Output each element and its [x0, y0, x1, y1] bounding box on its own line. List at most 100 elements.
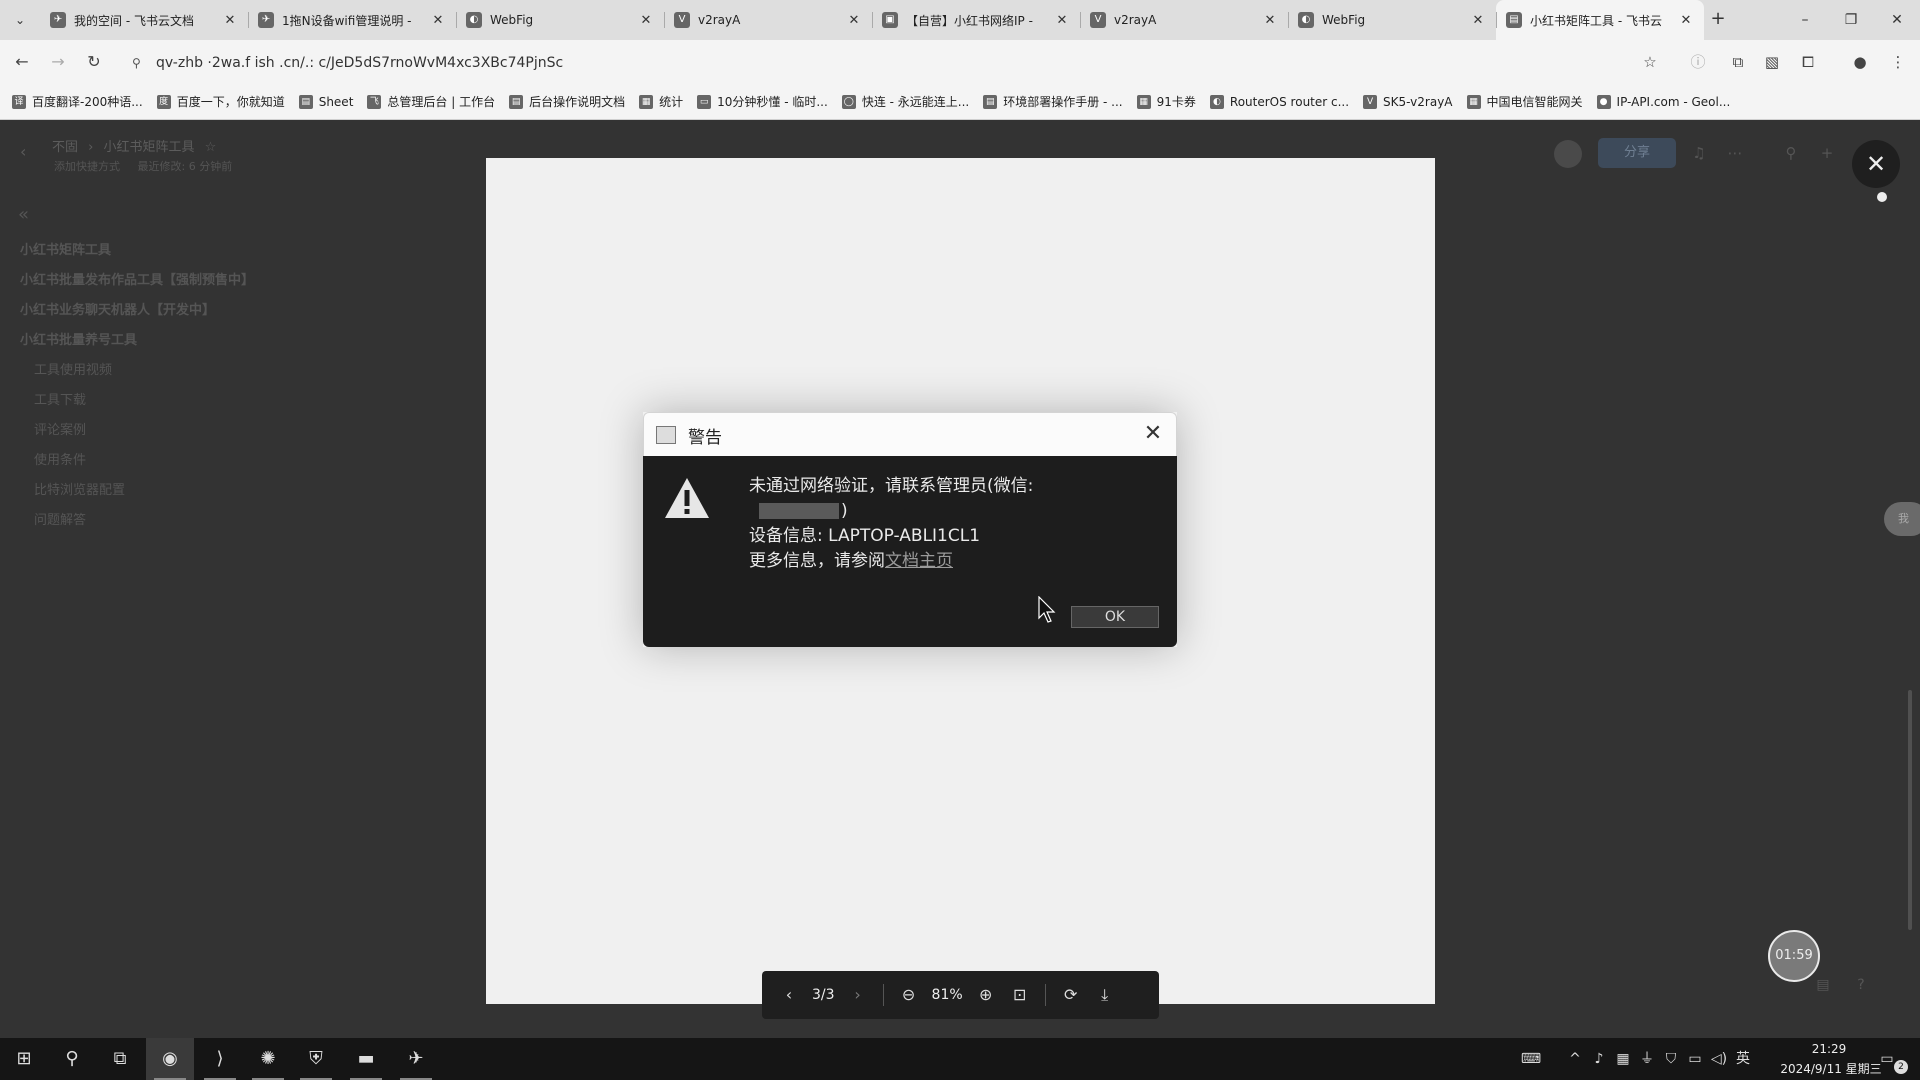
translate-icon[interactable]: ⓘ: [1686, 50, 1710, 74]
new-tab-plus-icon[interactable]: +: [1706, 8, 1730, 32]
bookmark-star-icon[interactable]: ☆: [1638, 50, 1662, 74]
sidebar-item[interactable]: 问题解答: [20, 506, 290, 536]
vscode-icon[interactable]: ⟩: [196, 1038, 244, 1080]
browser-tab[interactable]: ◐ WebFig ✕: [1288, 0, 1496, 40]
more-menu-icon[interactable]: ⋮: [1886, 50, 1910, 74]
bookmark-item[interactable]: ▤ Sheet: [298, 94, 353, 109]
tab-search-chevron-icon[interactable]: ⌄: [8, 8, 32, 32]
forward-arrow-icon[interactable]: →: [46, 50, 70, 74]
microphone-icon[interactable]: ♪: [1588, 1048, 1610, 1070]
viewer-close-button[interactable]: ✕: [1852, 140, 1900, 188]
breadcrumb-item[interactable]: 不固: [52, 140, 78, 155]
bookmark-item[interactable]: ◐ RouterOS router c...: [1209, 94, 1349, 109]
window-restore-button[interactable]: ❐: [1836, 8, 1866, 32]
floating-assistant-button[interactable]: 我: [1884, 502, 1920, 536]
add-shortcut-link[interactable]: 添加快捷方式: [54, 160, 120, 173]
sidebar-item[interactable]: 评论案例: [20, 416, 290, 446]
sidebar-item[interactable]: 小红书矩阵工具: [20, 236, 290, 266]
dialog-close-icon[interactable]: ✕: [1138, 419, 1168, 449]
more-icon[interactable]: ⋯: [1724, 142, 1746, 164]
bookmark-item[interactable]: ▭ 10分钟秒懂 - 临时...: [697, 93, 828, 110]
start-windows-icon[interactable]: ⊞: [0, 1038, 48, 1080]
collapse-sidebar-icon[interactable]: «: [18, 204, 29, 225]
tray-app-icon[interactable]: ▦: [1612, 1048, 1634, 1070]
tab-close-icon[interactable]: ✕: [430, 13, 446, 28]
bell-icon[interactable]: ♫: [1688, 142, 1710, 164]
tab-close-icon[interactable]: ✕: [638, 13, 654, 28]
task-view-icon[interactable]: ⧉: [96, 1038, 144, 1080]
tab-close-icon[interactable]: ✕: [846, 13, 862, 28]
reload-icon[interactable]: ↻: [82, 50, 106, 74]
sidebar-item[interactable]: 小红书批量发布作品工具【强制预售中】: [20, 266, 290, 296]
back-chevron-icon[interactable]: ‹: [20, 142, 26, 161]
download-icon[interactable]: ⤓: [1088, 980, 1122, 1010]
ok-button[interactable]: OK: [1071, 606, 1159, 628]
browser-tab[interactable]: V v2rayA ✕: [664, 0, 872, 40]
security-shield-icon[interactable]: ⛉: [1660, 1048, 1682, 1070]
site-info-icon[interactable]: ⚲: [132, 55, 148, 71]
extension-icon[interactable]: ⧉: [1726, 50, 1750, 74]
chrome-icon[interactable]: ◉: [146, 1038, 194, 1080]
doc-homepage-link[interactable]: 文档主页: [885, 551, 953, 571]
tab-close-icon[interactable]: ✕: [1470, 13, 1486, 28]
breadcrumb-item[interactable]: 小红书矩阵工具: [104, 140, 195, 155]
prev-page-icon[interactable]: ‹: [772, 980, 806, 1010]
bookmark-item[interactable]: ▤ 后台操作说明文档: [509, 93, 625, 110]
rotate-icon[interactable]: ⟳: [1054, 980, 1088, 1010]
browser-tab[interactable]: ▣ 【自营】小红书网络IP - ✕: [872, 0, 1080, 40]
sidebar-item[interactable]: 比特浏览器配置: [20, 476, 290, 506]
search-icon[interactable]: ⚲: [48, 1038, 96, 1080]
share-button[interactable]: 分享: [1598, 138, 1676, 168]
browser-tab[interactable]: ✈ 我的空间 - 飞书云文档 ✕: [40, 0, 248, 40]
zoom-in-icon[interactable]: ⊕: [969, 980, 1003, 1010]
zoom-out-icon[interactable]: ⊖: [892, 980, 926, 1010]
document-icon[interactable]: ▤: [1812, 974, 1834, 996]
tab-close-icon[interactable]: ✕: [1054, 13, 1070, 28]
volume-icon[interactable]: ◁): [1708, 1048, 1730, 1070]
browser-tab-active[interactable]: ▤ 小红书矩阵工具 - 飞书云 ✕: [1496, 0, 1704, 40]
avatar[interactable]: [1554, 140, 1582, 168]
bookmark-item[interactable]: ▦ 统计: [639, 93, 683, 110]
url-field[interactable]: ⚲ qv-zhb ·2wa.f ish .cn/.: c/JeD5dS7rnoW…: [124, 48, 1644, 78]
network-app-icon[interactable]: ✺: [244, 1038, 292, 1080]
sidebar-item[interactable]: 工具下载: [20, 386, 290, 416]
sidebar-item[interactable]: 使用条件: [20, 446, 290, 476]
tab-close-icon[interactable]: ✕: [1678, 13, 1694, 28]
file-explorer-icon[interactable]: ▬: [342, 1038, 390, 1080]
clock-time[interactable]: 21:29: [1794, 1042, 1864, 1056]
bookmark-item[interactable]: ▤ 环境部署操作手册 - ...: [983, 93, 1123, 110]
sidebar-item[interactable]: 小红书业务聊天机器人【开发中】: [20, 296, 290, 326]
page-scrollbar[interactable]: [1908, 690, 1912, 930]
plus-icon[interactable]: +: [1816, 142, 1838, 164]
browser-tab[interactable]: V v2rayA ✕: [1080, 0, 1288, 40]
browser-tab[interactable]: ◐ WebFig ✕: [456, 0, 664, 40]
tab-close-icon[interactable]: ✕: [222, 13, 238, 28]
window-close-button[interactable]: ✕: [1882, 8, 1912, 32]
sidebar-item[interactable]: 工具使用视频: [20, 356, 290, 386]
network-icon[interactable]: ▭: [1684, 1048, 1706, 1070]
bookmark-item[interactable]: 飞总管理后台 | 工作台: [367, 93, 495, 110]
fit-to-screen-icon[interactable]: ⊡: [1003, 980, 1037, 1010]
window-minimize-button[interactable]: –: [1790, 8, 1820, 32]
usb-icon[interactable]: ⏚: [1636, 1048, 1658, 1070]
screenshot-icon[interactable]: ▧: [1760, 50, 1784, 74]
bookmark-item[interactable]: ● IP-API.com - Geol...: [1596, 94, 1730, 109]
ime-indicator[interactable]: 英: [1732, 1048, 1754, 1070]
tab-close-icon[interactable]: ✕: [1262, 13, 1278, 28]
profile-icon[interactable]: ●: [1848, 50, 1872, 74]
star-icon[interactable]: ☆: [205, 140, 217, 155]
bookmark-item[interactable]: ▦ 91卡券: [1136, 93, 1196, 110]
bookmark-item[interactable]: V SK5-v2rayA: [1363, 94, 1453, 109]
sidebar-item[interactable]: 小红书批量养号工具: [20, 326, 290, 356]
bookmark-item[interactable]: ◯ 快连 - 永远能连上...: [841, 93, 969, 110]
bookmark-item[interactable]: 度百度一下，你就知道: [156, 93, 285, 110]
keyboard-icon[interactable]: ⌨: [1520, 1048, 1542, 1070]
extensions-puzzle-icon[interactable]: ⧠: [1796, 50, 1820, 74]
browser-tab[interactable]: ✈ 1拖N设备wifi管理说明 - ✕: [248, 0, 456, 40]
search-icon[interactable]: ⚲: [1780, 142, 1802, 164]
feishu-icon[interactable]: ✈: [392, 1038, 440, 1080]
shield-app-icon[interactable]: ⛨: [292, 1038, 340, 1080]
bookmark-item[interactable]: ▦ 中国电信智能网关: [1466, 93, 1583, 110]
bookmark-item[interactable]: 译百度翻译-200种语...: [12, 93, 143, 110]
next-page-icon[interactable]: ›: [841, 980, 875, 1010]
